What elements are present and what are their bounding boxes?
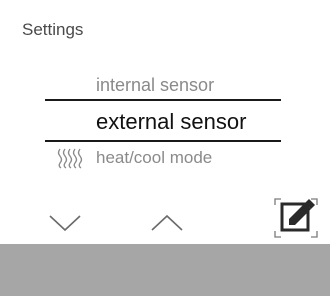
menu-item-heat-cool-mode[interactable]: heat/cool mode (56, 146, 212, 170)
chevron-up-icon (151, 214, 183, 231)
chevron-down-icon (49, 215, 81, 232)
menu-item-internal-sensor[interactable]: internal sensor (96, 73, 214, 97)
down-button[interactable] (45, 208, 85, 238)
heat-cool-label: heat/cool mode (96, 148, 213, 167)
page-title: Settings (22, 20, 84, 39)
up-button[interactable] (147, 208, 187, 238)
selection-line-bottom (45, 140, 281, 142)
footer-bar (0, 244, 330, 296)
heat-wave-icon (57, 148, 83, 169)
edit-button[interactable] (271, 195, 321, 241)
settings-screen: Settings internal sensor external sensor… (0, 0, 330, 296)
selection-line-top (45, 99, 281, 101)
edit-confirm-icon (274, 198, 318, 238)
menu-item-external-sensor[interactable]: external sensor (96, 110, 246, 134)
